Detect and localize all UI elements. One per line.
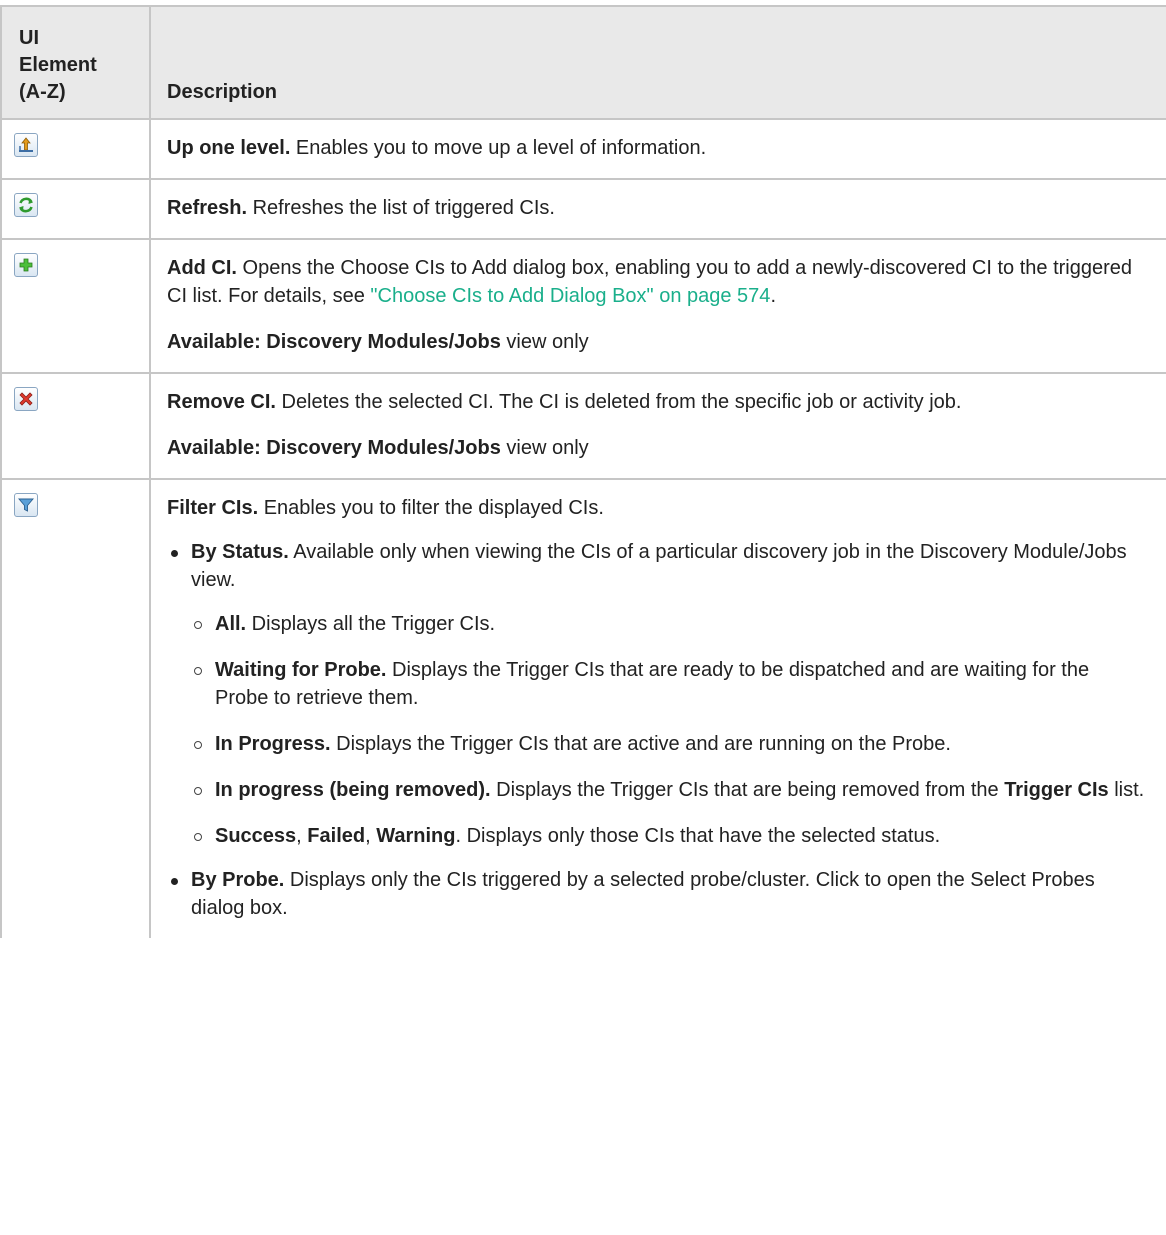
column-header-description: Description (149, 5, 1166, 120)
status-text: Displays the Trigger CIs that are being … (490, 779, 1005, 801)
table-row: Up one level. Enables you to move up a l… (0, 118, 1166, 180)
choose-cis-dialog-link[interactable]: "Choose CIs to Add Dialog Box" on page 5… (370, 285, 770, 307)
refresh-icon[interactable] (14, 193, 38, 217)
description-cell: Up one level. Enables you to move up a l… (149, 118, 1166, 180)
icon-cell (0, 478, 151, 938)
list-item: By Status. Available only when viewing t… (167, 538, 1146, 850)
status-bold-term: Failed (307, 825, 366, 847)
status-text: . Displays only those CIs that have the … (455, 825, 941, 847)
row-title: Add CI. (167, 257, 237, 279)
by-probe-title: By Probe. (191, 869, 285, 891)
filter-icon[interactable] (14, 493, 38, 517)
row-description: Refresh. Refreshes the list of triggered… (167, 194, 1146, 222)
table-row: Remove CI. Deletes the selected CI. The … (0, 372, 1166, 480)
list-item: In progress (being removed). Displays th… (191, 776, 1146, 804)
header-line: (A-Z) (19, 81, 66, 103)
status-text: Displays the Trigger CIs that are active… (330, 733, 951, 755)
status-bold-term: Trigger CIs (1004, 779, 1109, 801)
row-description: Add CI. Opens the Choose CIs to Add dial… (167, 254, 1146, 310)
row-text-end: . (770, 285, 776, 307)
separator: , (365, 825, 377, 847)
header-line: Element (19, 54, 97, 76)
availability-note: Available: Discovery Modules/Jobs view o… (167, 434, 1146, 462)
icon-cell (0, 118, 151, 180)
availability-suffix: view only (500, 437, 589, 459)
add-ci-icon[interactable] (14, 253, 38, 277)
icon-cell (0, 178, 151, 240)
list-item: All. Displays all the Trigger CIs. (191, 610, 1146, 638)
ui-elements-table: UI Element (A-Z) Description Up one leve… (0, 5, 1166, 938)
status-text: Displays all the Trigger CIs. (246, 613, 496, 635)
status-title: In progress (being removed). (215, 779, 491, 801)
row-title: Filter CIs. (167, 497, 259, 519)
availability-label: Available: Discovery Modules/Jobs (167, 437, 501, 459)
row-text: Enables you to move up a level of inform… (290, 137, 707, 159)
status-title: All. (215, 613, 247, 635)
icon-cell (0, 238, 151, 374)
table-header-row: UI Element (A-Z) Description (0, 5, 1166, 120)
description-cell: Add CI. Opens the Choose CIs to Add dial… (149, 238, 1166, 374)
row-title: Up one level. (167, 137, 291, 159)
row-description: Filter CIs. Enables you to filter the di… (167, 494, 1146, 522)
by-status-title: By Status. (191, 541, 289, 563)
row-text: Enables you to filter the displayed CIs. (258, 497, 604, 519)
row-text: Deletes the selected CI. The CI is delet… (275, 391, 962, 413)
remove-ci-icon[interactable] (14, 387, 38, 411)
icon-cell (0, 372, 151, 480)
status-title: Success (215, 825, 297, 847)
row-text: Refreshes the list of triggered CIs. (247, 197, 555, 219)
row-title: Remove CI. (167, 391, 276, 413)
by-probe-text: Displays only the CIs triggered by a sel… (191, 869, 1095, 919)
column-header-ui-element: UI Element (A-Z) (0, 5, 151, 120)
list-item: By Probe. Displays only the CIs triggere… (167, 866, 1146, 922)
row-title: Refresh. (167, 197, 248, 219)
up-one-level-icon[interactable] (14, 133, 38, 157)
status-text-end: list. (1108, 779, 1145, 801)
description-cell: Filter CIs. Enables you to filter the di… (149, 478, 1166, 938)
list-item: In Progress. Displays the Trigger CIs th… (191, 730, 1146, 758)
table-row: Add CI. Opens the Choose CIs to Add dial… (0, 238, 1166, 374)
status-title: Waiting for Probe. (215, 659, 387, 681)
row-description: Remove CI. Deletes the selected CI. The … (167, 388, 1146, 416)
description-cell: Remove CI. Deletes the selected CI. The … (149, 372, 1166, 480)
availability-note: Available: Discovery Modules/Jobs view o… (167, 328, 1146, 356)
availability-suffix: view only (500, 331, 589, 353)
description-cell: Refresh. Refreshes the list of triggered… (149, 178, 1166, 240)
status-bold-term: Warning (376, 825, 456, 847)
availability-label: Available: Discovery Modules/Jobs (167, 331, 501, 353)
table-row: Filter CIs. Enables you to filter the di… (0, 478, 1166, 938)
list-item: Waiting for Probe. Displays the Trigger … (191, 656, 1146, 712)
status-options-list: All. Displays all the Trigger CIs. Waiti… (191, 610, 1146, 850)
status-title: In Progress. (215, 733, 331, 755)
row-description: Up one level. Enables you to move up a l… (167, 134, 1146, 162)
separator: , (296, 825, 308, 847)
table-row: Refresh. Refreshes the list of triggered… (0, 178, 1166, 240)
header-line: UI (19, 27, 39, 49)
list-item: Success, Failed, Warning. Displays only … (191, 822, 1146, 850)
by-status-text: Available only when viewing the CIs of a… (191, 541, 1127, 591)
filter-options-list: By Status. Available only when viewing t… (167, 538, 1146, 922)
